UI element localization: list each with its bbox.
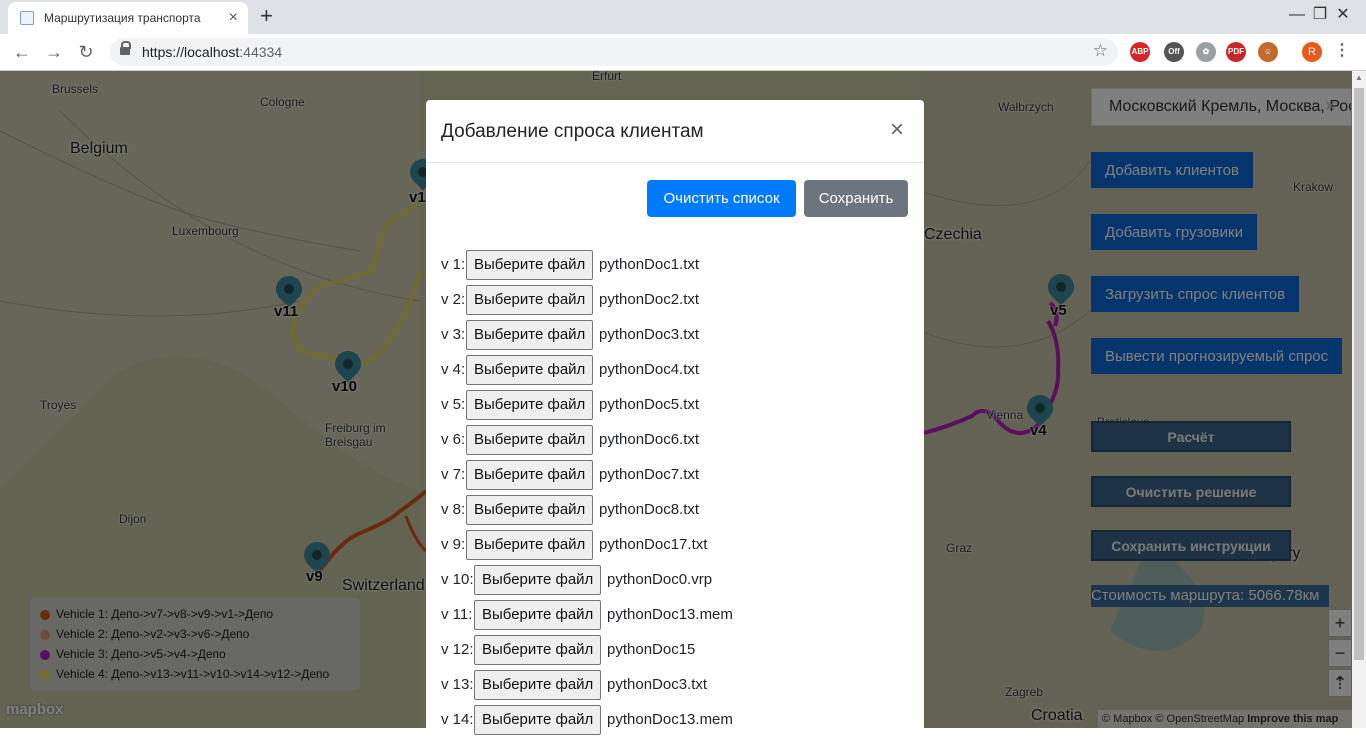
bookmark-star-icon[interactable]: ☆ xyxy=(1093,41,1108,61)
reload-icon[interactable]: ↻ xyxy=(74,40,98,64)
file-name: pythonDoc13.mem xyxy=(607,606,733,623)
client-label: v 5: xyxy=(441,396,466,413)
client-label: v 12: xyxy=(441,641,474,658)
client-label: v 2: xyxy=(441,291,466,308)
scroll-up-arrow-icon[interactable]: ▲ xyxy=(1354,73,1364,82)
address-bar[interactable]: https://localhost:44334 ☆ xyxy=(110,38,1118,66)
choose-file-button[interactable]: Выберите файл xyxy=(474,565,602,595)
modal-title: Добавление спроса клиентам xyxy=(441,121,704,142)
url-text: https://localhost:44334 xyxy=(142,44,283,60)
pdf-extension-icon[interactable]: PDF xyxy=(1226,42,1246,62)
lock-icon xyxy=(120,41,131,57)
file-name: pythonDoc8.txt xyxy=(599,501,700,518)
scrollbar-thumb[interactable] xyxy=(1354,88,1364,660)
modal-close-icon[interactable]: × xyxy=(890,117,904,143)
adblock-plus-icon[interactable]: ABP xyxy=(1130,42,1150,62)
client-label: v 11: xyxy=(441,606,473,623)
choose-file-button[interactable]: Выберите файл xyxy=(474,635,602,665)
file-name: pythonDoc1.txt xyxy=(599,256,700,273)
window-close-button[interactable]: ✕ xyxy=(1320,2,1366,28)
choose-file-button[interactable]: Выберите файл xyxy=(474,600,602,630)
client-label: v 8: xyxy=(441,501,466,518)
file-name: pythonDoc3.txt xyxy=(607,676,708,693)
off-extension-icon[interactable]: Off xyxy=(1164,42,1184,62)
monkey-extension-icon[interactable]: ☺ xyxy=(1258,42,1278,62)
modal-header: Добавление спроса клиентам × xyxy=(426,100,924,163)
file-name: pythonDoc6.txt xyxy=(599,431,700,448)
clear-list-button[interactable]: Очистить список xyxy=(647,180,796,217)
tab-title: Маршрутизация транспорта xyxy=(44,11,201,25)
client-label: v 7: xyxy=(441,466,466,483)
file-name: pythonDoc4.txt xyxy=(599,361,700,378)
file-name: pythonDoc5.txt xyxy=(599,396,700,413)
choose-file-button[interactable]: Выберите файл xyxy=(466,495,594,525)
choose-file-button[interactable]: Выберите файл xyxy=(466,425,594,455)
file-name: pythonDoc15 xyxy=(607,641,696,658)
browser-tab[interactable]: Маршрутизация транспорта × xyxy=(8,2,248,34)
choose-file-button[interactable]: Выберите файл xyxy=(474,670,602,700)
client-label: v 4: xyxy=(441,361,466,378)
new-tab-button[interactable]: + xyxy=(260,4,273,28)
tab-strip: Маршрутизация транспорта × + — ❐ ✕ xyxy=(0,0,1366,34)
browser-toolbar: ← → ↻ https://localhost:44334 ☆ R ⋮ ABP O… xyxy=(0,34,1366,71)
page-favicon-icon xyxy=(20,11,34,25)
file-name: pythonDoc0.vrp xyxy=(607,571,713,588)
client-label: v 13: xyxy=(441,676,474,693)
back-arrow-icon[interactable]: ← xyxy=(10,40,34,64)
choose-file-button[interactable]: Выберите файл xyxy=(466,390,594,420)
choose-file-button[interactable]: Выберите файл xyxy=(466,250,594,280)
file-name: pythonDoc13.mem xyxy=(607,711,733,728)
save-button[interactable]: Сохранить xyxy=(804,180,908,217)
client-label: v 6: xyxy=(441,431,466,448)
file-name: pythonDoc3.txt xyxy=(599,326,700,343)
client-label: v 10: xyxy=(441,571,474,588)
file-name: pythonDoc7.txt xyxy=(599,466,700,483)
client-label: v 9: xyxy=(441,536,466,553)
choose-file-button[interactable]: Выберите файл xyxy=(466,460,594,490)
client-label: v 1: xyxy=(441,256,466,273)
demand-modal: Добавление спроса клиентам × Очистить сп… xyxy=(426,100,924,740)
forward-arrow-icon[interactable]: → xyxy=(42,40,66,64)
choose-file-button[interactable]: Выберите файл xyxy=(466,355,594,385)
choose-file-button[interactable]: Выберите файл xyxy=(466,530,594,560)
file-name: pythonDoc17.txt xyxy=(599,536,708,553)
browser-chrome: Маршрутизация транспорта × + — ❐ ✕ ← → ↻… xyxy=(0,0,1366,71)
client-label: v 3: xyxy=(441,326,466,343)
tab-close-icon[interactable]: × xyxy=(229,8,238,28)
client-label: v 14: xyxy=(441,711,474,728)
choose-file-button[interactable]: Выберите файл xyxy=(466,285,594,315)
choose-file-button[interactable]: Выберите файл xyxy=(474,705,602,735)
profile-avatar[interactable]: R xyxy=(1302,42,1322,62)
file-name: pythonDoc2.txt xyxy=(599,291,700,308)
choose-file-button[interactable]: Выберите файл xyxy=(466,320,594,350)
paw-extension-icon[interactable]: ✿ xyxy=(1196,42,1216,62)
browser-menu-icon[interactable]: ⋮ xyxy=(1334,40,1350,62)
